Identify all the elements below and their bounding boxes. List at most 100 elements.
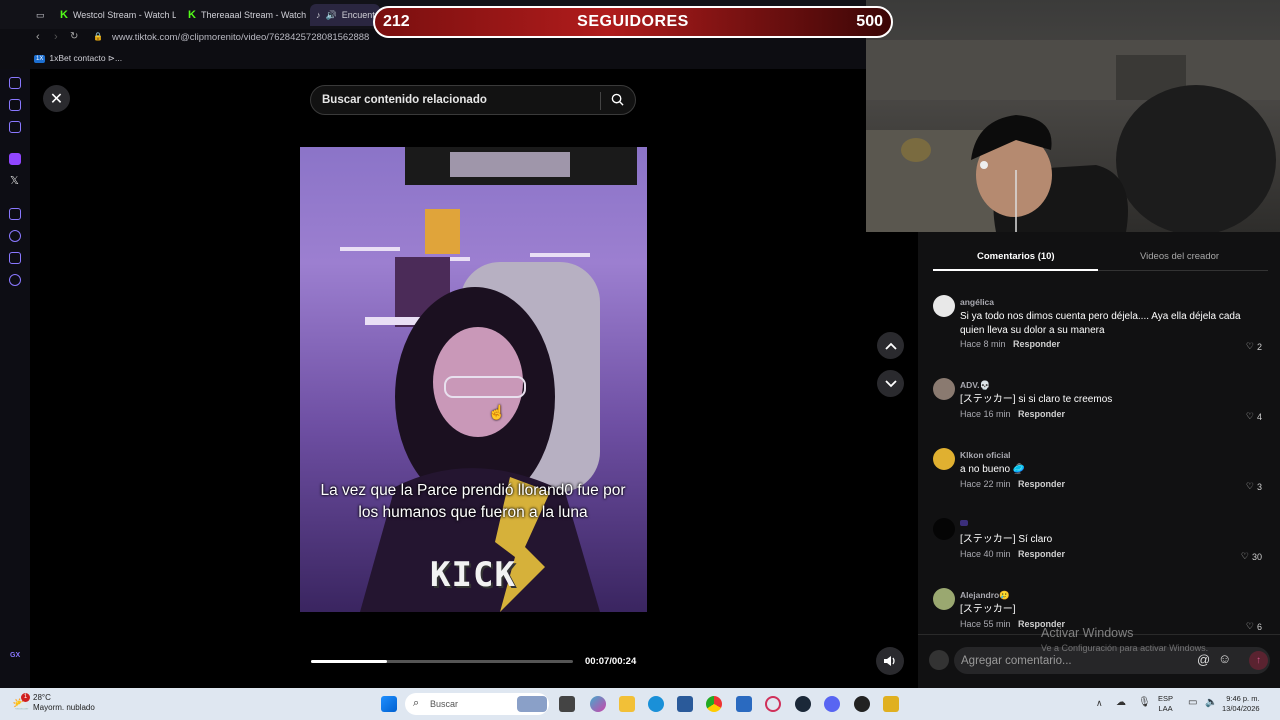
webcam-feed [866, 0, 1280, 232]
reply-button[interactable]: Responder [1013, 339, 1060, 349]
previous-video-button[interactable] [877, 332, 904, 359]
browser-tab[interactable]: K Thereaaal Stream - Watch [182, 4, 306, 26]
heart-icon: ♡ [1240, 551, 1249, 561]
lock-icon: 🔒 [93, 32, 103, 41]
taskbar-search[interactable]: ⌕ Buscar [405, 693, 549, 715]
activate-windows-subtitle: Ve a Configuración para activar Windows. [1041, 643, 1209, 653]
edge-icon[interactable] [648, 696, 664, 712]
notification-badge: 1 [21, 693, 30, 702]
next-video-button[interactable] [877, 370, 904, 397]
url-field[interactable]: www.tiktok.com/@clipmorenito/video/76284… [112, 32, 369, 43]
related-search-input[interactable]: Buscar contenido relacionado [310, 85, 636, 115]
discord-icon[interactable] [824, 696, 840, 712]
app-icon[interactable] [736, 696, 752, 712]
bookmark-item[interactable]: 1X 1xBet contacto ⊳... [34, 53, 122, 64]
reply-button[interactable]: Responder [1018, 549, 1065, 559]
chrome-icon[interactable] [706, 696, 722, 712]
volume-tray-icon[interactable]: 🔈 [1205, 697, 1217, 708]
activate-windows-title: Activar Windows [1041, 626, 1134, 640]
start-icon[interactable] [381, 696, 397, 712]
comment-item: ADV.💀 [ステッカー] si si claro te creemos Hac… [933, 378, 1268, 423]
settings-icon[interactable] [9, 274, 21, 286]
like-button[interactable]: ♡ 4 [1246, 411, 1262, 422]
close-button[interactable]: ✕ [43, 85, 70, 112]
comment-text: Si ya todo nos dimos cuenta pero déjela.… [960, 311, 1241, 336]
search-icon[interactable] [611, 93, 624, 106]
gx-icon[interactable]: GX [10, 652, 20, 659]
like-button[interactable]: ♡ 6 [1246, 621, 1262, 632]
rockstar-icon[interactable] [883, 696, 899, 712]
send-icon[interactable]: ↑ [1249, 651, 1268, 670]
volume-icon [884, 656, 895, 666]
comment-username[interactable]: angélica [960, 297, 994, 307]
sidebar-app-icon[interactable] [9, 77, 21, 89]
comment-text: a no bueno 🥏 [960, 464, 1026, 475]
browser-tab[interactable]: K Westcol Stream - Watch L [54, 4, 176, 26]
store-icon[interactable] [677, 696, 693, 712]
comment-time: Hace 22 min [960, 479, 1011, 489]
opera-gx-icon[interactable] [765, 696, 781, 712]
comment-meta: Hace 40 min Responder [960, 549, 1065, 559]
sidebar-app-icon[interactable] [9, 99, 21, 111]
browser-tab-active[interactable]: ♪ 🔊 Encuent [310, 4, 380, 26]
follower-goal: 500 [856, 13, 883, 30]
wifi-icon[interactable]: ▭ [1188, 697, 1197, 708]
sidebar-app-icon[interactable] [9, 121, 21, 133]
microphone-icon[interactable]: 🎙 [1138, 697, 1151, 708]
comment-username[interactable]: Klkon oficial [960, 450, 1011, 460]
network-tray-icon[interactable]: ☁ [1116, 697, 1126, 708]
reload-icon[interactable]: ↻ [70, 31, 78, 42]
forward-icon[interactable]: › [54, 31, 58, 43]
taskbar-clock[interactable]: 9:46 p. m. 13/04/2026 [1222, 694, 1260, 714]
tab-comments[interactable]: Comentarios (10) [977, 251, 1055, 262]
comment-username[interactable]: Alejandro🥲 [960, 590, 1010, 601]
comment-username[interactable] [960, 520, 968, 526]
like-button[interactable]: ♡ 2 [1246, 341, 1262, 352]
video-frame[interactable] [300, 147, 647, 612]
like-button[interactable]: ♡ 30 [1241, 551, 1262, 562]
comment-meta: Hace 16 min Responder [960, 409, 1065, 419]
tab-creator-videos[interactable]: Videos del creador [1140, 251, 1219, 262]
chevron-up-icon[interactable]: ∧ [1096, 698, 1103, 709]
like-count: 30 [1251, 551, 1262, 562]
sidebar-app-icon[interactable] [9, 252, 21, 264]
file-explorer-icon[interactable] [619, 696, 635, 712]
reply-button[interactable]: Responder [1018, 409, 1065, 419]
emoji-icon[interactable]: ☺ [1218, 651, 1231, 666]
mention-icon[interactable]: @ [1197, 652, 1210, 667]
obs-icon[interactable] [854, 696, 870, 712]
avatar[interactable] [933, 588, 955, 610]
comment-item: angélica Si ya todo nos dimos cuenta per… [933, 295, 1268, 355]
sidebar-app-icon[interactable] [9, 208, 21, 220]
comment-username[interactable]: ADV.💀 [960, 380, 990, 391]
follower-goal-bar: 212 SEGUIDORES 500 [373, 6, 893, 38]
weather-widget[interactable]: 28°C Mayorm. nublado [33, 693, 95, 713]
my-avatar [929, 650, 949, 670]
1xbet-icon: 1X [34, 54, 46, 63]
search-divider [600, 92, 601, 110]
copilot-icon[interactable] [590, 696, 606, 712]
comment-time: Hace 40 min [960, 549, 1011, 559]
avatar[interactable] [933, 295, 955, 317]
reply-button[interactable]: Responder [1018, 479, 1065, 489]
webcam-scene [866, 40, 1280, 232]
chevron-up-icon [884, 342, 897, 350]
avatar[interactable] [933, 378, 955, 400]
back-icon[interactable]: ‹ [36, 31, 40, 43]
comment-time: Hace 16 min [960, 409, 1011, 419]
video-time: 00:07/00:24 [585, 656, 637, 667]
history-icon[interactable] [9, 230, 21, 242]
tab-switcher-icon[interactable]: ▭ [30, 4, 52, 26]
avatar[interactable] [933, 518, 955, 540]
x-twitter-icon[interactable]: 𝕏 [10, 174, 19, 187]
language-indicator[interactable]: ESP LAA [1158, 694, 1173, 714]
steam-icon[interactable] [795, 696, 811, 712]
avatar[interactable] [933, 448, 955, 470]
like-count: 3 [1256, 481, 1262, 492]
volume-button[interactable] [876, 647, 904, 675]
task-view-icon[interactable] [559, 696, 575, 712]
like-button[interactable]: ♡ 3 [1246, 481, 1262, 492]
comment-time: Hace 8 min [960, 339, 1006, 349]
twitch-icon[interactable] [9, 153, 21, 165]
hand-cursor-icon: ☝ [488, 404, 506, 420]
